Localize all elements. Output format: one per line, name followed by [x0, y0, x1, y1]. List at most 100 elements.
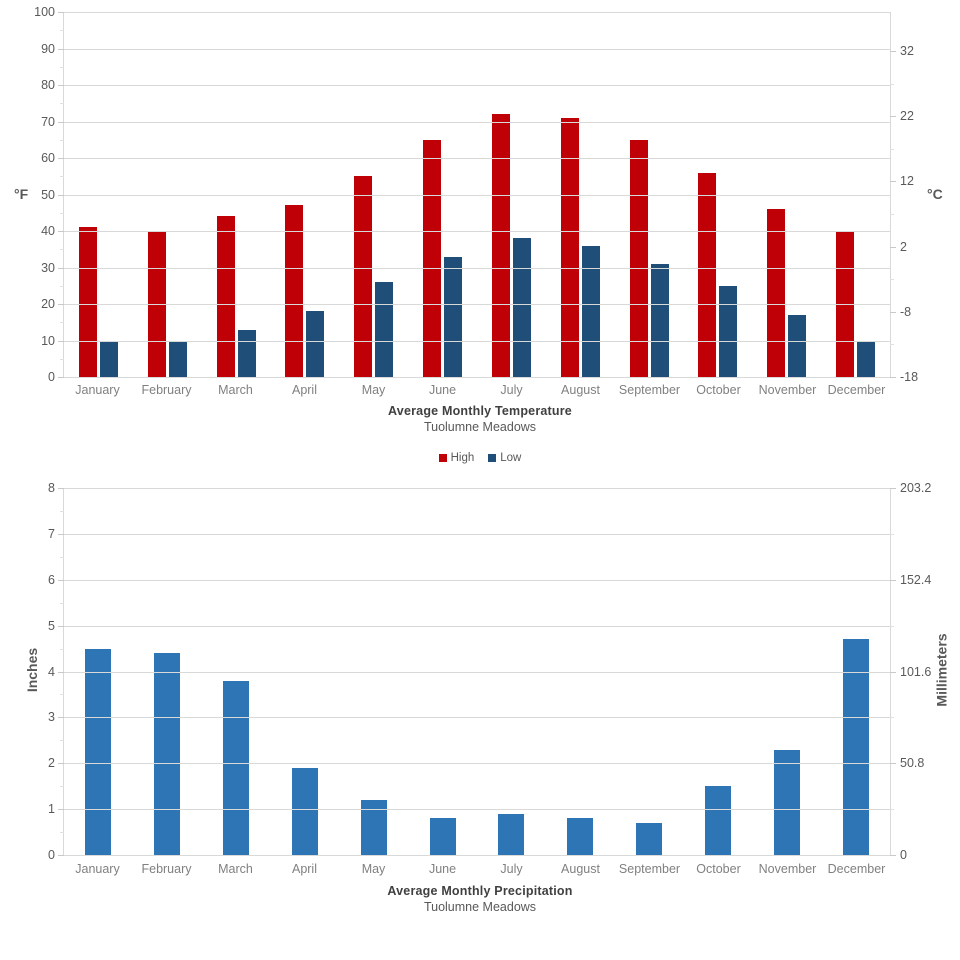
- bar-low[interactable]: [512, 238, 531, 377]
- left-axis-tick-label: 5: [48, 618, 55, 633]
- right-axis-tick-label: 12: [900, 174, 914, 189]
- category-label: May: [361, 383, 386, 397]
- gridline: [64, 671, 890, 673]
- legend-item[interactable]: Low: [488, 452, 521, 464]
- left-axis-tick: [58, 158, 64, 159]
- right-axis-minor-tick: [890, 279, 894, 281]
- bar-precipitation[interactable]: [498, 813, 525, 855]
- bar-high[interactable]: [78, 227, 97, 377]
- bar-precipitation[interactable]: [567, 818, 594, 855]
- right-axis-tick-label: 22: [900, 109, 914, 124]
- bar-low[interactable]: [788, 314, 807, 377]
- left-axis-tick-label: 30: [41, 260, 55, 275]
- left-axis-tick-label: 8: [48, 481, 55, 495]
- bar-high[interactable]: [560, 117, 579, 377]
- bar-low[interactable]: [581, 245, 600, 377]
- gridline: [64, 488, 890, 489]
- bar-high[interactable]: [767, 209, 786, 377]
- gridline: [64, 267, 890, 269]
- left-axis-tick: [58, 717, 64, 719]
- temperature-title: Average Monthly Temperature: [388, 404, 572, 418]
- category-label: April: [291, 862, 317, 876]
- bar-low[interactable]: [168, 340, 187, 377]
- category-label: September: [618, 383, 681, 397]
- left-axis-tick: [58, 625, 64, 627]
- left-axis-tick-label: 60: [41, 151, 55, 165]
- precipitation-left-axis-title: Inches: [24, 647, 41, 693]
- bar-high[interactable]: [354, 176, 373, 377]
- right-axis-tick: [890, 488, 896, 489]
- bar-precipitation[interactable]: [291, 767, 318, 855]
- category-label: October: [696, 383, 741, 397]
- category-label: September: [618, 862, 681, 876]
- left-axis-minor-tick: [60, 786, 64, 788]
- left-axis-tick-label: 10: [41, 333, 55, 348]
- precipitation-subtitle: Tuolumne Meadows: [423, 899, 537, 914]
- bar-high[interactable]: [216, 216, 235, 377]
- bar-low[interactable]: [650, 263, 669, 377]
- gridline: [64, 85, 890, 86]
- right-axis-tick-label: 32: [900, 44, 914, 59]
- temperature-titles: Average Monthly Temperature Tuolumne Mea…: [0, 404, 960, 435]
- bar-precipitation[interactable]: [429, 818, 456, 855]
- right-axis-tick: [890, 246, 896, 248]
- weather-charts-page: °F °C 0 10 20 30 40 50 60 70 80 90 100 -18 -8 2 12 22 32…: [0, 0, 960, 960]
- bar-low[interactable]: [375, 282, 394, 377]
- gridline: [64, 304, 890, 305]
- category-label: June: [428, 862, 457, 876]
- category-label: August: [561, 862, 600, 876]
- bar-precipitation[interactable]: [773, 749, 800, 855]
- bar-low[interactable]: [99, 340, 118, 377]
- left-axis-tick-label: 7: [48, 526, 55, 541]
- right-axis-minor-tick: [890, 717, 894, 719]
- right-axis-tick-label: 203.2: [900, 481, 932, 495]
- category-label: July: [500, 383, 523, 397]
- left-axis-tick-label: 80: [41, 78, 55, 92]
- bar-low[interactable]: [306, 311, 325, 377]
- bar-precipitation[interactable]: [636, 822, 663, 855]
- left-axis-tick: [58, 671, 64, 673]
- bar-low[interactable]: [237, 329, 256, 377]
- left-axis-tick: [58, 855, 64, 856]
- gridline: [64, 763, 890, 765]
- left-axis-tick: [58, 763, 64, 765]
- bar-low[interactable]: [857, 340, 876, 377]
- left-axis-tick-label: 2: [48, 756, 55, 771]
- bar-precipitation[interactable]: [223, 680, 250, 855]
- precipitation-title: Average Monthly Precipitation: [387, 884, 573, 898]
- bar-precipitation[interactable]: [85, 648, 112, 855]
- category-label: December: [827, 383, 886, 397]
- category-label: March: [218, 383, 253, 397]
- left-axis-minor-tick: [60, 832, 64, 834]
- bar-low[interactable]: [444, 256, 463, 377]
- right-axis-tick: [890, 377, 896, 378]
- left-axis-minor-tick: [60, 249, 64, 251]
- gridline: [64, 231, 890, 232]
- gridline: [64, 377, 890, 378]
- left-axis-tick: [58, 809, 64, 811]
- bar-precipitation[interactable]: [704, 786, 731, 855]
- right-axis-tick-label: 50.8: [900, 756, 925, 771]
- left-axis-minor-tick: [60, 322, 64, 324]
- category-label: February: [141, 862, 192, 876]
- left-axis-minor-tick: [60, 648, 64, 650]
- left-axis-tick-label: 20: [41, 297, 55, 311]
- gridline: [64, 194, 890, 196]
- category-label: July: [500, 862, 523, 876]
- category-label: May: [361, 862, 386, 876]
- left-axis-tick: [58, 48, 64, 50]
- left-axis-tick: [58, 488, 64, 489]
- left-axis-minor-tick: [60, 139, 64, 141]
- gridline: [64, 533, 890, 535]
- bar-high[interactable]: [491, 114, 510, 377]
- bar-precipitation[interactable]: [154, 653, 181, 855]
- bar-high[interactable]: [698, 172, 717, 377]
- gridline: [64, 158, 890, 159]
- right-axis-minor-tick: [890, 83, 894, 85]
- legend-swatch-icon: [488, 454, 497, 462]
- right-axis-tick: [890, 763, 896, 765]
- legend-item[interactable]: High: [438, 452, 474, 464]
- right-axis-tick: [890, 51, 896, 53]
- right-axis-tick-label: 152.4: [900, 572, 932, 587]
- bar-low[interactable]: [719, 285, 738, 377]
